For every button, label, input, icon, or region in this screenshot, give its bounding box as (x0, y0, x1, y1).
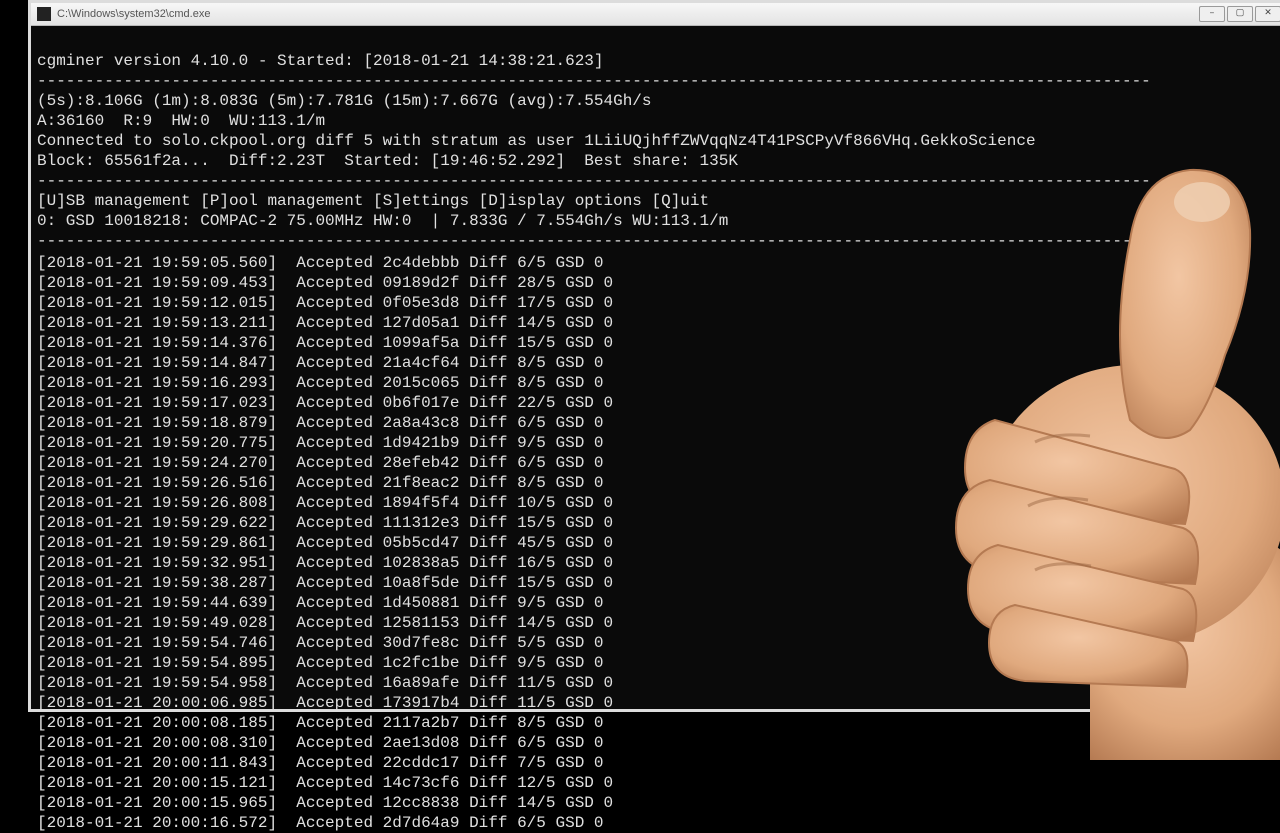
divider: ----------------------------------------… (37, 72, 1151, 90)
close-button[interactable]: ✕ (1255, 6, 1280, 22)
menu-line: [U]SB management [P]ool management [S]et… (37, 192, 709, 210)
maximize-button[interactable]: ▢ (1227, 6, 1253, 22)
minimize-button[interactable]: – (1199, 6, 1225, 22)
block-line: Block: 65561f2a... Diff:2.23T Started: [… (37, 152, 738, 170)
cmd-icon (37, 7, 51, 21)
terminal-window: C:\Windows\system32\cmd.exe – ▢ ✕ cgmine… (28, 0, 1280, 712)
share-log: [2018-01-21 19:59:05.560] Accepted 2c4de… (37, 253, 1280, 833)
window-buttons: – ▢ ✕ (1197, 6, 1280, 22)
terminal-content[interactable]: cgminer version 4.10.0 - Started: [2018-… (37, 31, 1280, 703)
hashrate-line: (5s):8.106G (1m):8.083G (5m):7.781G (15m… (37, 92, 652, 110)
pool-line: Connected to solo.ckpool.org diff 5 with… (37, 132, 1036, 150)
window-title: C:\Windows\system32\cmd.exe (57, 8, 1197, 20)
divider: ----------------------------------------… (37, 172, 1151, 190)
cgminer-header: cgminer version 4.10.0 - Started: [2018-… (37, 52, 604, 70)
divider: ----------------------------------------… (37, 232, 1151, 250)
device-line: 0: GSD 10018218: COMPAC-2 75.00MHz HW:0 … (37, 212, 728, 230)
accepts-line: A:36160 R:9 HW:0 WU:113.1/m (37, 112, 325, 130)
window-titlebar: C:\Windows\system32\cmd.exe – ▢ ✕ (31, 3, 1280, 26)
